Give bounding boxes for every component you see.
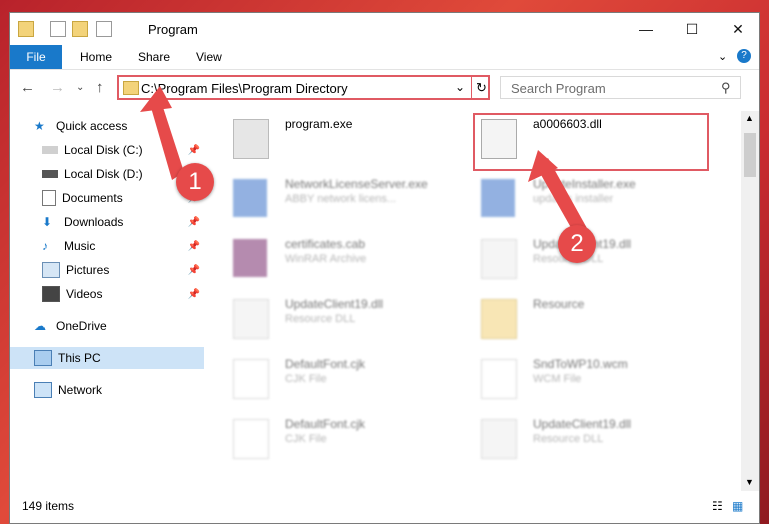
step-marker-2: 2 xyxy=(558,225,596,263)
arrow-1-head xyxy=(140,86,172,112)
arrow-1 xyxy=(150,98,184,180)
annotation-arrows xyxy=(140,86,588,240)
step-marker-1: 1 xyxy=(176,163,214,201)
